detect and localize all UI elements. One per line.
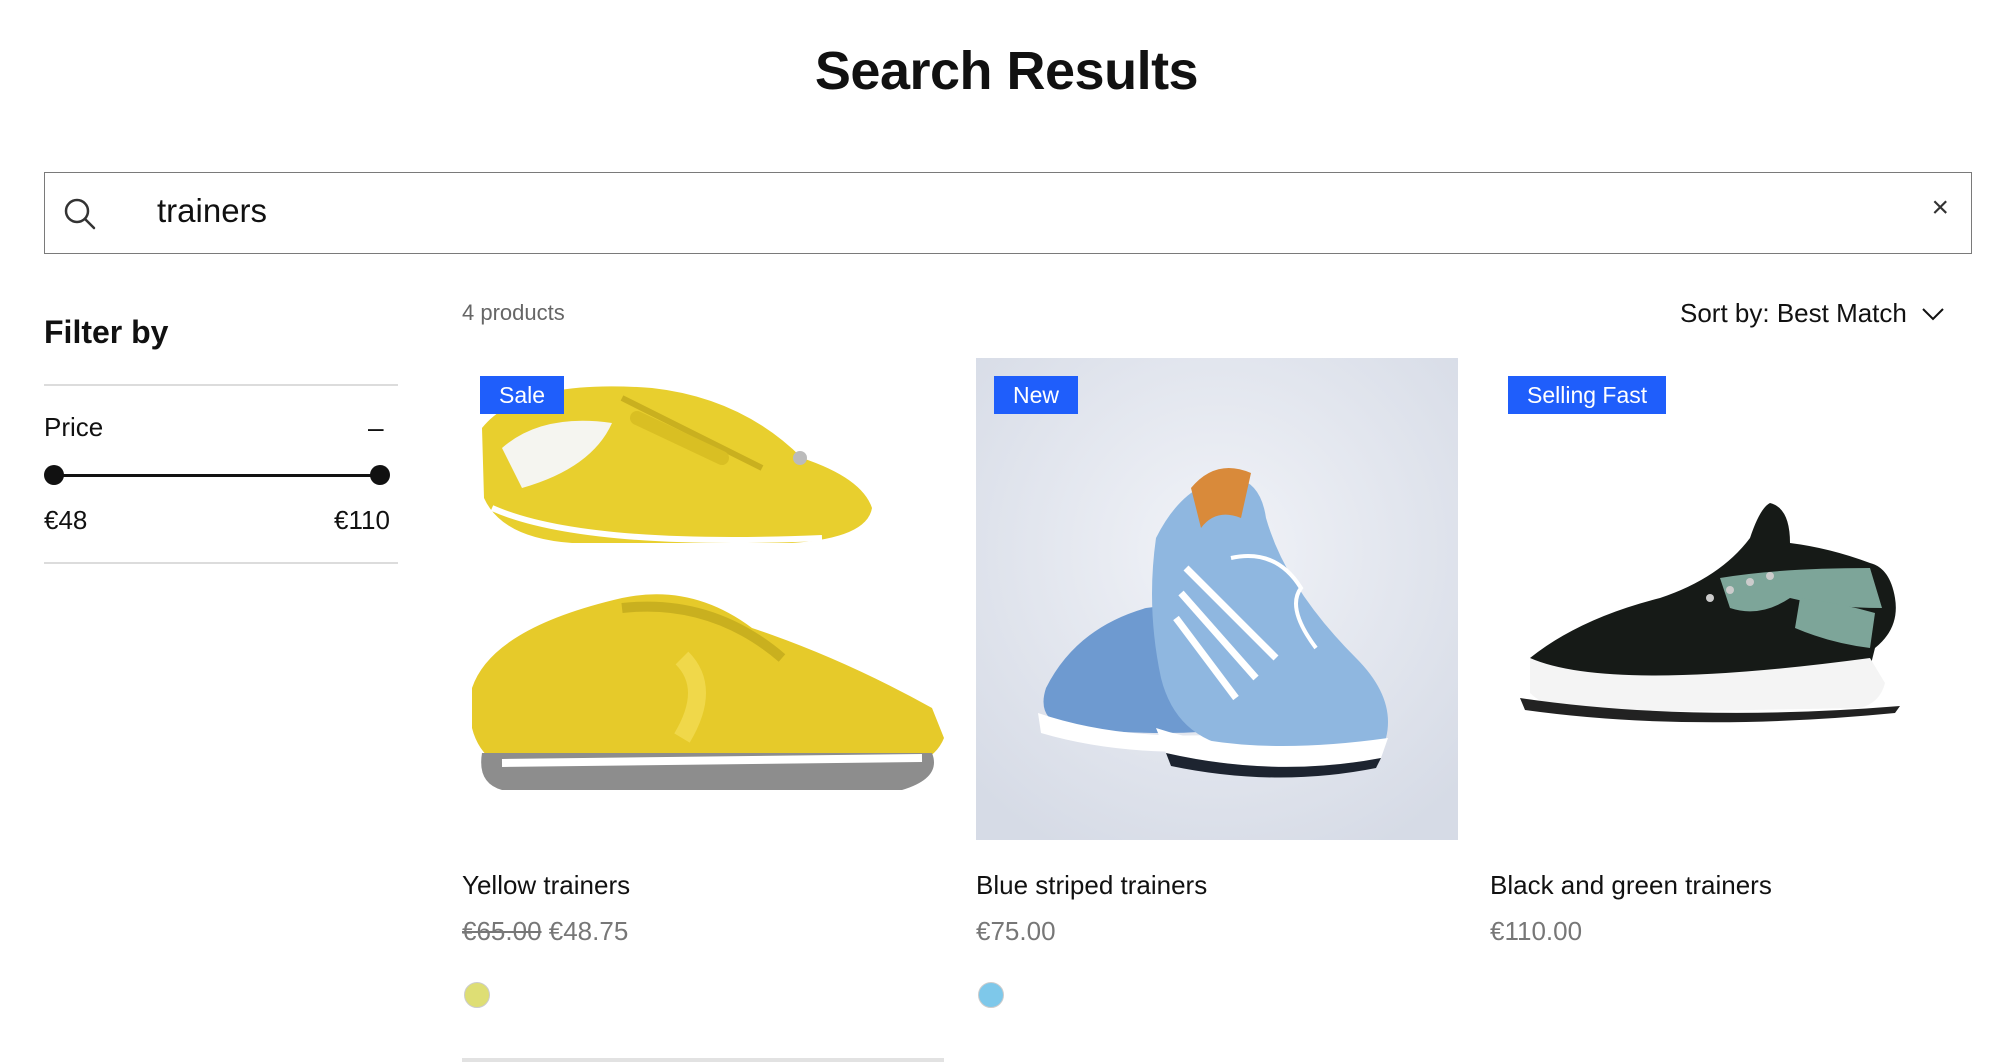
product-badge: New	[994, 376, 1079, 414]
black-green-trainers-image	[1490, 358, 1972, 840]
product-image[interactable]: Sale	[462, 358, 944, 840]
color-swatch[interactable]	[978, 982, 1004, 1008]
filter-divider-top	[44, 384, 398, 386]
product-card[interactable]: New Blue striped trainers €75.00	[976, 358, 1458, 1008]
product-card[interactable]: Selling Fast Black and green trainers €1…	[1490, 358, 1972, 946]
price-max-value: €110	[334, 505, 390, 535]
product-price: €110.00	[1490, 916, 1583, 946]
filter-heading: Filter by	[44, 314, 169, 350]
search-icon	[64, 198, 96, 230]
next-row-image-edge	[462, 1058, 944, 1062]
chevron-down-icon	[1922, 307, 1944, 320]
collapse-price-icon[interactable]: –	[368, 412, 384, 444]
product-badge: Selling Fast	[1508, 376, 1667, 414]
filter-divider-bottom	[44, 562, 398, 564]
product-badge: Sale	[480, 376, 565, 414]
product-price: €65.00 €48.75	[462, 916, 628, 947]
product-image[interactable]: New	[976, 358, 1458, 840]
product-name[interactable]: Black and green trainers	[1490, 870, 1772, 901]
sort-dropdown[interactable]: Sort by: Best Match	[1680, 298, 1945, 329]
product-price: €75.00	[976, 916, 1056, 946]
clear-search-icon[interactable]: ×	[1931, 191, 1949, 225]
page-title: Search Results	[814, 41, 1199, 101]
product-card[interactable]: Sale Yellow trainers €65.00 €48.75	[462, 358, 944, 1008]
sale-price: €48.75	[548, 916, 629, 946]
original-price: €65.00	[462, 916, 542, 946]
blue-striped-trainers-image	[976, 358, 1458, 840]
yellow-trainers-image	[462, 358, 944, 840]
price-slider-track[interactable]	[54, 474, 382, 477]
sort-label: Sort by: Best Match	[1680, 298, 1907, 328]
color-swatch[interactable]	[464, 982, 490, 1008]
price-slider-min-handle[interactable]	[44, 465, 64, 485]
product-count: 4 products	[462, 300, 565, 325]
price-min-value: €48	[44, 505, 88, 535]
search-bar[interactable]: trainers ×	[44, 172, 1972, 254]
product-name[interactable]: Yellow trainers	[462, 870, 630, 901]
product-image[interactable]: Selling Fast	[1490, 358, 1972, 840]
price-filter-label: Price	[44, 412, 104, 442]
search-input[interactable]: trainers	[157, 192, 267, 230]
product-name[interactable]: Blue striped trainers	[976, 870, 1207, 901]
price-slider-max-handle[interactable]	[370, 465, 390, 485]
